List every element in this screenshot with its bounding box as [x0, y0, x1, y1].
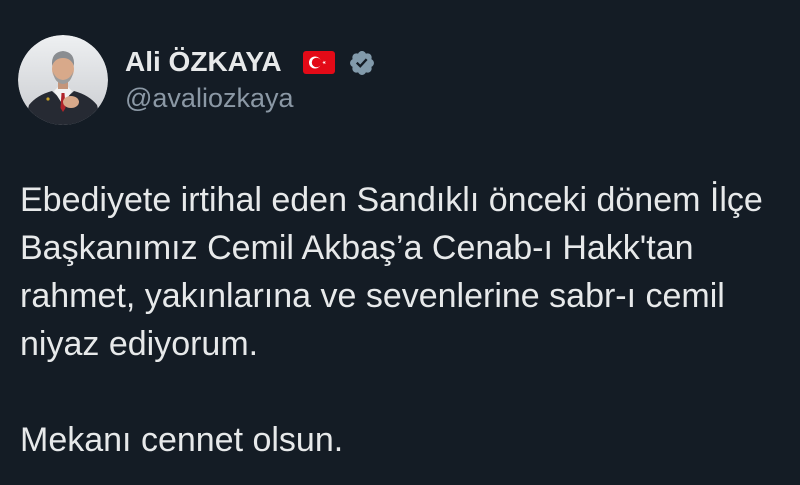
tweet-paragraph: Ebediyete irtihal eden Sandıklı önceki d… — [20, 176, 790, 368]
author-handle[interactable]: @avaliozkaya — [125, 82, 294, 114]
tweet-line: rahmet, yakınlarına ve sevenlerine sabr-… — [20, 277, 725, 315]
turkey-flag-icon — [303, 51, 335, 74]
tweet-text: Ebediyete irtihal eden Sandıklı önceki d… — [20, 176, 790, 464]
tweet-line: Mekanı cennet olsun. — [20, 421, 344, 459]
avatar[interactable] — [18, 35, 108, 125]
tweet-line: Başkanımız Cemil Akbaş’a Cenab-ı Hakk'ta… — [20, 229, 694, 267]
verified-badge-icon[interactable] — [348, 49, 376, 77]
tweet-line: niyaz ediyorum. — [20, 325, 259, 363]
author-name[interactable]: Ali ÖZKAYA — [125, 45, 282, 79]
tweet-paragraph: Mekanı cennet olsun. — [20, 416, 790, 464]
tweet-line: Ebediyete irtihal eden Sandıklı önceki d… — [20, 181, 763, 219]
avatar-photo — [18, 35, 108, 125]
tweet-card: Ali ÖZKAYA @avaliozkaya Ebediyete irtiha… — [0, 0, 800, 485]
